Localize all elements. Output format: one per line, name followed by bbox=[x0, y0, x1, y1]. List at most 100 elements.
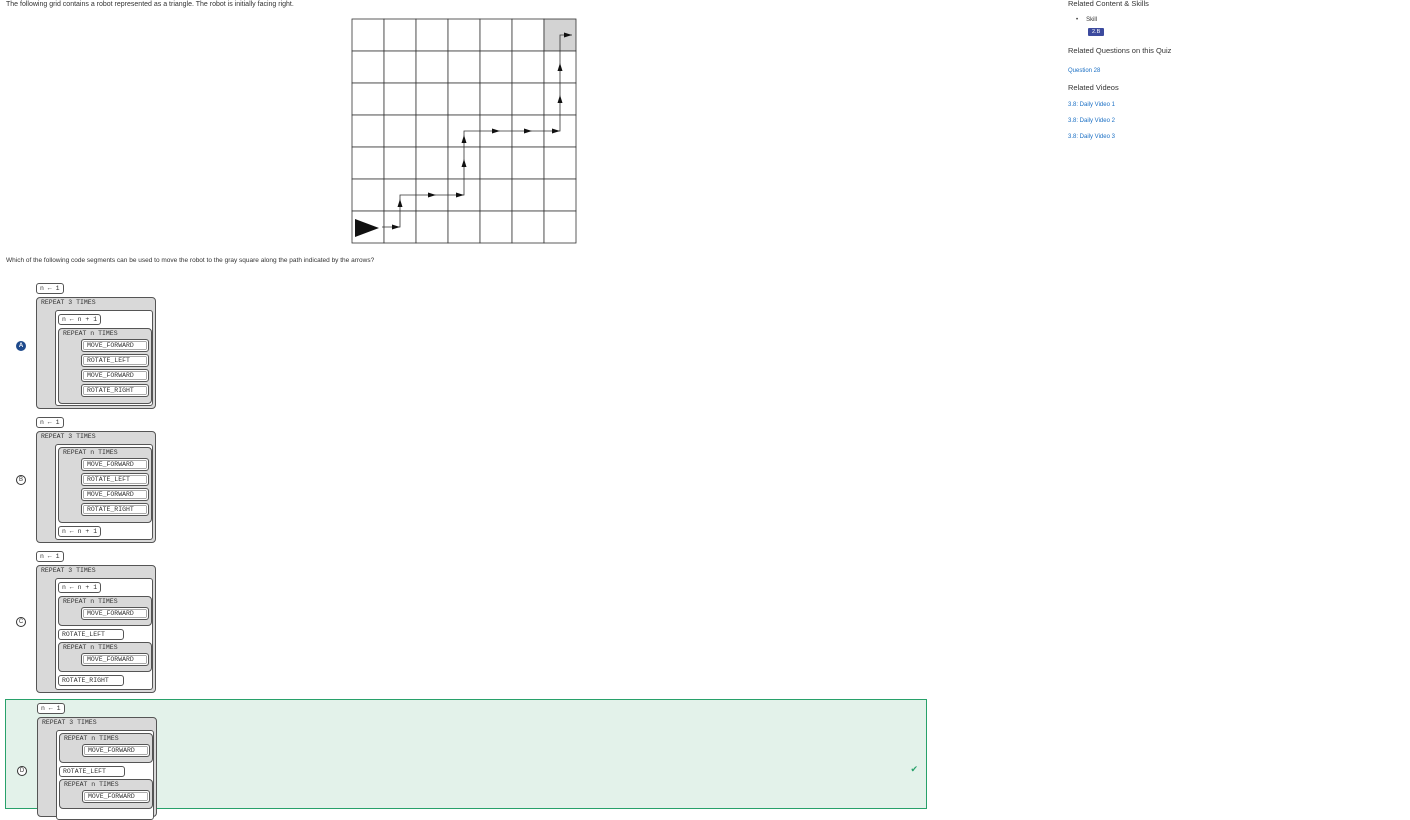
radio-d[interactable]: D bbox=[17, 766, 27, 776]
related-content-heading: Related Content & Skills bbox=[1068, 0, 1149, 8]
repeat-n-block: REPEAT n TIMES MOVE_FORWARD ROTATE_LEFT … bbox=[58, 447, 152, 523]
repeat-outer-block: REPEAT 3 TIMES REPEAT n TIMES MOVE_FORWA… bbox=[37, 717, 157, 820]
question-prompt: The following grid contains a robot repr… bbox=[6, 1, 294, 8]
repeat-outer-label: REPEAT 3 TIMES bbox=[41, 567, 96, 574]
grid-cell bbox=[479, 146, 513, 180]
repeat-n-block: REPEAT n TIMES MOVE_FORWARD bbox=[58, 596, 152, 626]
repeat-outer-label: REPEAT 3 TIMES bbox=[41, 433, 96, 440]
command: ROTATE_LEFT bbox=[58, 629, 124, 640]
init-statement: n ← 1 bbox=[36, 551, 64, 562]
grid-cell bbox=[415, 146, 449, 180]
grid-cell bbox=[447, 50, 481, 84]
repeat-outer-block: REPEAT 3 TIMES n ← n + 1 REPEAT n TIMES … bbox=[36, 297, 156, 409]
command: ROTATE_LEFT bbox=[59, 766, 125, 777]
video-link[interactable]: 3.8: Daily Video 3 bbox=[1068, 134, 1115, 140]
grid-cell bbox=[351, 82, 385, 116]
grid-cell bbox=[479, 50, 513, 84]
grid-cell bbox=[415, 82, 449, 116]
checkmark-icon: ✔ bbox=[910, 764, 918, 774]
command: MOVE_FORWARD bbox=[81, 339, 149, 352]
grid-cell bbox=[543, 146, 577, 180]
command: ROTATE_LEFT bbox=[81, 354, 149, 367]
grid-cell bbox=[511, 18, 545, 52]
grid-cell bbox=[351, 18, 385, 52]
robot-grid bbox=[351, 18, 577, 244]
answer-option-a[interactable]: A n ← 1 REPEAT 3 TIMES n ← n + 1 REPEAT … bbox=[5, 280, 927, 412]
grid-cell bbox=[351, 146, 385, 180]
related-questions-heading: Related Questions on this Quiz bbox=[1068, 46, 1172, 55]
grid-cell bbox=[479, 178, 513, 212]
repeat-n-label: REPEAT n TIMES bbox=[63, 598, 118, 605]
grid-cell bbox=[415, 50, 449, 84]
grid-cell bbox=[383, 82, 417, 116]
grid-cell bbox=[511, 82, 545, 116]
answer-option-b[interactable]: B n ← 1 REPEAT 3 TIMES REPEAT n TIMES MO… bbox=[5, 414, 927, 546]
repeat-n-label: REPEAT n TIMES bbox=[63, 330, 118, 337]
grid-cell bbox=[447, 210, 481, 244]
grid-cell bbox=[383, 114, 417, 148]
init-statement: n ← 1 bbox=[36, 283, 64, 294]
repeat-outer-block: REPEAT 3 TIMES REPEAT n TIMES MOVE_FORWA… bbox=[36, 431, 156, 543]
video-link[interactable]: 3.8: Daily Video 2 bbox=[1068, 118, 1115, 124]
command: ROTATE_LEFT bbox=[81, 473, 149, 486]
repeat-n-block: REPEAT n TIMES MOVE_FORWARD bbox=[59, 779, 153, 809]
repeat-outer-label: REPEAT 3 TIMES bbox=[42, 719, 97, 726]
increment-statement: n ← n + 1 bbox=[58, 314, 102, 325]
command: MOVE_FORWARD bbox=[82, 790, 150, 803]
question-link[interactable]: Question 28 bbox=[1068, 68, 1100, 74]
grid-cell bbox=[415, 210, 449, 244]
grid-cell bbox=[351, 114, 385, 148]
grid-cell bbox=[511, 50, 545, 84]
answer-option-c[interactable]: C n ← 1 REPEAT 3 TIMES n ← n + 1 REPEAT … bbox=[5, 548, 927, 696]
radio-b[interactable]: B bbox=[16, 475, 26, 485]
command: ROTATE_RIGHT bbox=[58, 675, 124, 686]
grid-cell bbox=[479, 210, 513, 244]
grid-cell bbox=[415, 114, 449, 148]
skill-label: Skill bbox=[1086, 17, 1098, 23]
command: MOVE_FORWARD bbox=[81, 653, 149, 666]
question-text: Which of the following code segments can… bbox=[6, 257, 375, 264]
increment-statement: n ← n + 1 bbox=[58, 582, 102, 593]
repeat-n-block: REPEAT n TIMES MOVE_FORWARD bbox=[59, 733, 153, 763]
grid-cell bbox=[415, 18, 449, 52]
grid-cell bbox=[543, 210, 577, 244]
answer-option-d[interactable]: D ✔ n ← 1 REPEAT 3 TIMES REPEAT n TIMES … bbox=[5, 699, 927, 820]
command: ROTATE_RIGHT bbox=[81, 503, 149, 516]
related-videos-heading: Related Videos bbox=[1068, 83, 1119, 92]
command: MOVE_FORWARD bbox=[81, 458, 149, 471]
grid-cell bbox=[447, 18, 481, 52]
init-statement: n ← 1 bbox=[36, 417, 64, 428]
repeat-n-label: REPEAT n TIMES bbox=[64, 781, 119, 788]
skill-badge[interactable]: 2.B bbox=[1088, 28, 1105, 36]
command: MOVE_FORWARD bbox=[81, 369, 149, 382]
grid-cell bbox=[351, 178, 385, 212]
repeat-n-block: REPEAT n TIMES MOVE_FORWARD ROTATE_LEFT … bbox=[58, 328, 152, 404]
init-statement: n ← 1 bbox=[37, 703, 65, 714]
grid-cell bbox=[543, 178, 577, 212]
command: ROTATE_RIGHT bbox=[81, 384, 149, 397]
grid-cell bbox=[351, 50, 385, 84]
repeat-outer-label: REPEAT 3 TIMES bbox=[41, 299, 96, 306]
radio-c[interactable]: C bbox=[16, 617, 26, 627]
command: MOVE_FORWARD bbox=[82, 744, 150, 757]
grid-cell bbox=[383, 50, 417, 84]
grid-cell bbox=[511, 210, 545, 244]
repeat-n-label: REPEAT n TIMES bbox=[64, 735, 119, 742]
grid-cell bbox=[383, 146, 417, 180]
grid-cell bbox=[511, 178, 545, 212]
command: MOVE_FORWARD bbox=[81, 607, 149, 620]
increment-statement: n ← n + 1 bbox=[58, 526, 102, 537]
repeat-n-block: REPEAT n TIMES MOVE_FORWARD bbox=[58, 642, 152, 672]
bullet-icon: • bbox=[1076, 17, 1079, 23]
grid-cell bbox=[447, 82, 481, 116]
repeat-n-label: REPEAT n TIMES bbox=[63, 449, 118, 456]
grid-cell bbox=[511, 146, 545, 180]
video-link[interactable]: 3.8: Daily Video 1 bbox=[1068, 102, 1115, 108]
radio-a[interactable]: A bbox=[16, 341, 26, 351]
command: MOVE_FORWARD bbox=[81, 488, 149, 501]
grid-cell bbox=[479, 82, 513, 116]
repeat-outer-block: REPEAT 3 TIMES n ← n + 1 REPEAT n TIMES … bbox=[36, 565, 156, 693]
repeat-n-label: REPEAT n TIMES bbox=[63, 644, 118, 651]
grid-cell bbox=[479, 18, 513, 52]
grid-cell bbox=[383, 18, 417, 52]
